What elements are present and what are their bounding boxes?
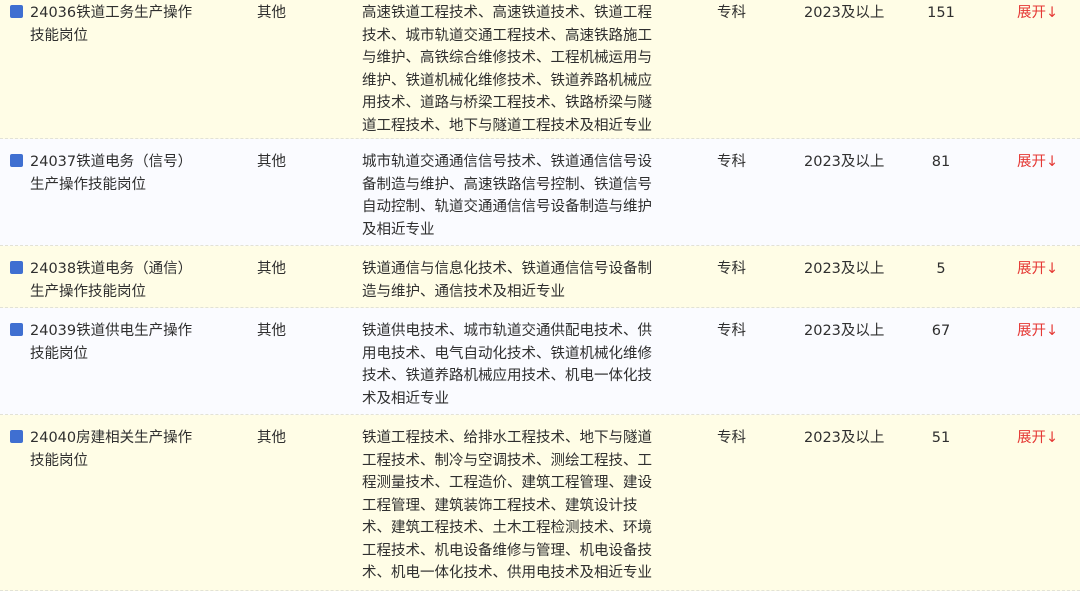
checkbox-icon[interactable]	[10, 430, 23, 443]
post-name-line: 24038铁道电务（通信）	[30, 261, 193, 277]
table-row: 24039铁道供电生产操作 技能岗位 其他 铁道供电技术、城市轨道交通供配电技术、供用…	[0, 308, 1080, 415]
major-line: 备制造与维护、高速铁路信号控制、铁道信号	[362, 176, 652, 193]
major-requirements: 铁道工程技术、给排水工程技术、地下与隧道 工程技术、制冷与空调技术、测绘工程技、工…	[362, 427, 662, 585]
major-line: 工程管理、建筑装饰工程技术、建筑设计技	[362, 497, 638, 514]
post-name: 24038铁道电务（通信） 生产操作技能岗位	[10, 258, 225, 303]
major-line: 造与维护、通信技术及相近专业	[362, 283, 565, 300]
post-name: 24039铁道供电生产操作 技能岗位	[10, 320, 225, 365]
table-row: 24038铁道电务（通信） 生产操作技能岗位 其他 铁道通信与信息化技术、铁道通信信号…	[0, 246, 1080, 308]
graduation-year: 2023及以上	[804, 323, 885, 339]
post-name: 24037铁道电务（信号） 生产操作技能岗位	[10, 151, 225, 196]
major-line: 用电技术、电气自动化技术、铁道机械化维修	[362, 345, 652, 362]
post-name-line: 技能岗位	[30, 452, 88, 469]
major-line: 城市轨道交通通信信号技术、铁道通信信号设	[362, 154, 652, 170]
major-line: 自动控制、轨道交通通信信号设备制造与维护	[362, 199, 652, 215]
expand-link[interactable]: 展开↓	[1017, 320, 1077, 343]
graduation-year: 2023及以上	[804, 261, 885, 277]
major-line: 术及相近专业	[362, 390, 449, 407]
checkbox-icon[interactable]	[10, 323, 23, 336]
post-name-line: 技能岗位	[30, 345, 88, 362]
major-line: 术、机电一体化技术、供用电技术及相近专业	[362, 565, 652, 581]
major-line: 铁道工程技术、给排水工程技术、地下与隧道	[362, 430, 652, 446]
expand-link[interactable]: 展开↓	[1017, 151, 1077, 174]
post-type: 其他	[257, 5, 286, 21]
major-requirements: 铁道通信与信息化技术、铁道通信信号设备制 造与维护、通信技术及相近专业	[362, 258, 662, 303]
major-line: 工程技术、机电设备维修与管理、机电设备技	[362, 542, 652, 559]
expand-link[interactable]: 展开↓	[1017, 427, 1077, 450]
post-type: 其他	[257, 261, 286, 277]
recruit-count: 81	[931, 154, 951, 170]
graduation-year: 2023及以上	[804, 5, 885, 21]
major-line: 道工程技术、地下与隧道工程技术及相近专业	[362, 117, 652, 134]
major-line: 及相近专业	[362, 221, 435, 238]
major-requirements: 城市轨道交通通信信号技术、铁道通信信号设 备制造与维护、高速铁路信号控制、铁道信号…	[362, 151, 662, 241]
education-level: 专科	[717, 261, 746, 277]
major-line: 技术、铁道养路机械应用技术、机电一体化技	[362, 368, 652, 384]
major-requirements: 高速铁道工程技术、高速铁道技术、铁道工程 技术、城市轨道交通工程技术、高速铁路施工…	[362, 2, 662, 137]
graduation-year: 2023及以上	[804, 154, 885, 170]
table-row: 24040房建相关生产操作 技能岗位 其他 铁道工程技术、给排水工程技术、地下与隧道工…	[0, 415, 1080, 591]
post-name-line: 生产操作技能岗位	[30, 176, 146, 193]
major-line: 用技术、道路与桥梁工程技术、铁路桥梁与隧	[362, 95, 652, 111]
major-requirements: 铁道供电技术、城市轨道交通供配电技术、供 用电技术、电气自动化技术、铁道机械化维修…	[362, 320, 662, 410]
major-line: 术、建筑工程技术、土木工程检测技术、环境	[362, 520, 652, 536]
education-level: 专科	[717, 430, 746, 446]
education-level: 专科	[717, 5, 746, 21]
post-name-line: 生产操作技能岗位	[30, 283, 146, 300]
major-line: 技术、城市轨道交通工程技术、高速铁路施工	[362, 27, 652, 44]
checkbox-icon[interactable]	[10, 261, 23, 274]
post-name-line: 24036铁道工务生产操作	[30, 5, 193, 21]
education-level: 专科	[717, 323, 746, 339]
major-line: 高速铁道工程技术、高速铁道技术、铁道工程	[362, 5, 652, 21]
expand-link[interactable]: 展开↓	[1017, 258, 1077, 281]
recruit-count: 51	[931, 430, 951, 446]
post-name-line: 技能岗位	[30, 27, 88, 44]
checkbox-icon[interactable]	[10, 5, 23, 18]
checkbox-icon[interactable]	[10, 154, 23, 167]
post-type: 其他	[257, 154, 286, 170]
graduation-year: 2023及以上	[804, 430, 885, 446]
recruit-count: 67	[931, 323, 951, 339]
post-name: 24036铁道工务生产操作 技能岗位	[10, 2, 225, 47]
post-type: 其他	[257, 430, 286, 446]
table-row: 24036铁道工务生产操作 技能岗位 其他 高速铁道工程技术、高速铁道技术、铁道工程技…	[0, 0, 1080, 139]
education-level: 专科	[717, 154, 746, 170]
major-line: 程测量技术、工程造价、建筑工程管理、建设	[362, 475, 652, 491]
major-line: 铁道供电技术、城市轨道交通供配电技术、供	[362, 323, 652, 339]
table-row: 24037铁道电务（信号） 生产操作技能岗位 其他 城市轨道交通通信信号技术、铁道通信…	[0, 139, 1080, 246]
post-name-line: 24037铁道电务（信号）	[30, 154, 193, 170]
post-name-line: 24040房建相关生产操作	[30, 430, 193, 446]
recruit-count: 151	[927, 5, 955, 21]
expand-link[interactable]: 展开↓	[1017, 2, 1077, 25]
major-line: 工程技术、制冷与空调技术、测绘工程技、工	[362, 452, 652, 469]
post-name: 24040房建相关生产操作 技能岗位	[10, 427, 225, 472]
recruit-count: 5	[936, 261, 946, 277]
post-type: 其他	[257, 323, 286, 339]
major-line: 维护、铁道机械化维修技术、铁道养路机械应	[362, 72, 652, 89]
post-name-line: 24039铁道供电生产操作	[30, 323, 193, 339]
major-line: 铁道通信与信息化技术、铁道通信信号设备制	[362, 261, 652, 277]
major-line: 与维护、高铁综合维修技术、工程机械运用与	[362, 50, 652, 66]
